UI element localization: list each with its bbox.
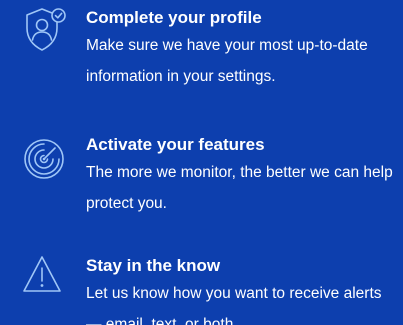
step-description: The more we monitor, the better we can h…: [86, 164, 393, 212]
step-title: Complete your profile: [86, 8, 262, 27]
profile-shield-check-icon: [22, 6, 70, 54]
step-description: Make sure we have your most up-to-date i…: [86, 37, 368, 85]
step-title: Activate your features: [86, 135, 265, 154]
step-text: Complete your profile Make sure we have …: [86, 8, 398, 92]
step-text: Activate your features The more we monit…: [86, 135, 398, 219]
step-description: Let us know how you want to receive aler…: [86, 285, 382, 325]
radar-icon: [22, 134, 70, 182]
step-title: Stay in the know: [86, 256, 221, 275]
alert-triangle-icon: [22, 253, 70, 301]
onboarding-steps-panel: Complete your profile Make sure we have …: [0, 0, 403, 325]
step-text: Stay in the know Let us know how you wan…: [86, 256, 398, 325]
